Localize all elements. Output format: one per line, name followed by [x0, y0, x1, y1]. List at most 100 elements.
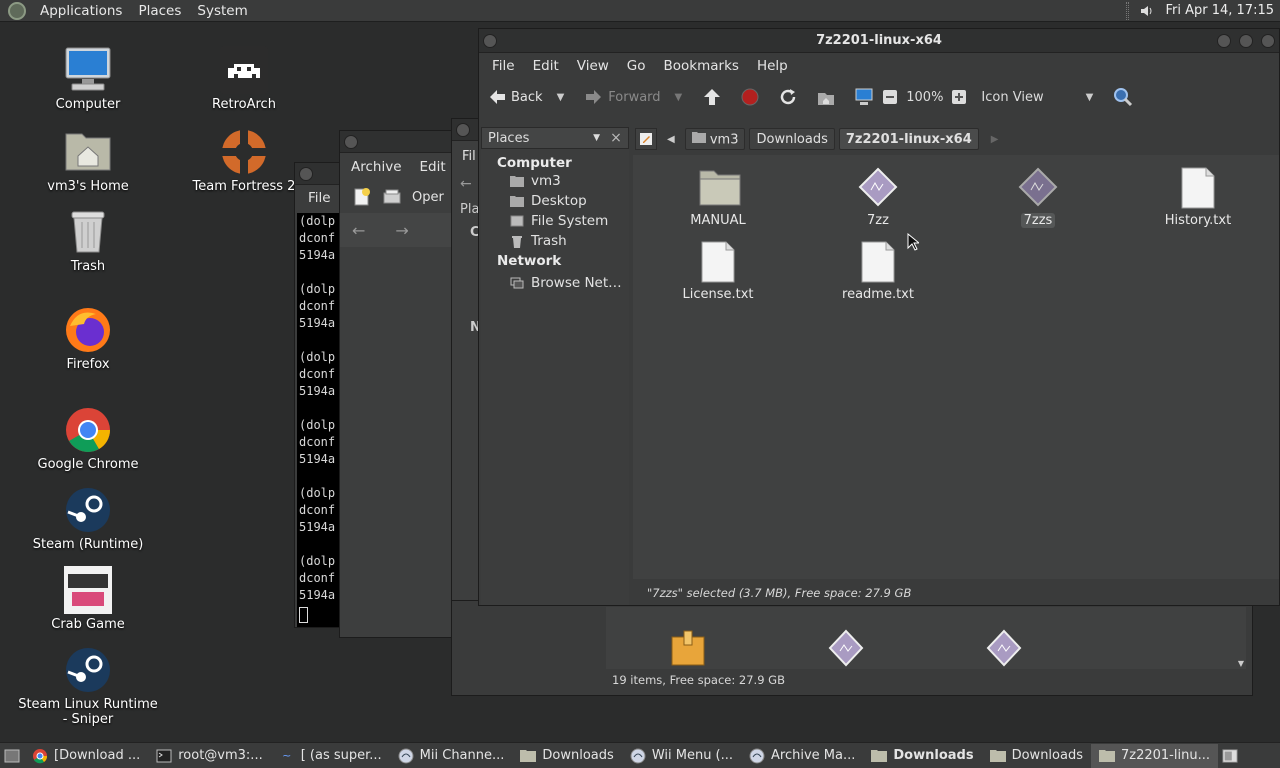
- breadcrumb-current[interactable]: 7z2201-linux-x64: [838, 128, 979, 150]
- taskbar-item-label: Wii Menu (...: [651, 748, 734, 763]
- places-menu[interactable]: Places: [130, 3, 189, 19]
- sidebar-item-label: Browse Net…: [531, 275, 622, 291]
- help-menu[interactable]: Help: [748, 58, 797, 74]
- breadcrumb-right-arrow[interactable]: ▶: [983, 134, 1007, 145]
- taskbar-item-label: [Download ...: [54, 748, 141, 763]
- maximize-icon[interactable]: [1239, 34, 1253, 48]
- sidebar-item-browse-network[interactable]: Browse Net…: [481, 273, 629, 293]
- desktop-icon-crab-game[interactable]: Crab Game: [18, 566, 158, 632]
- panel-tray: Fri Apr 14, 17:15: [1126, 1, 1280, 20]
- scroll-down-icon[interactable]: ▼: [1238, 659, 1244, 668]
- applications-menu[interactable]: Applications: [32, 3, 130, 19]
- executable-file-icon[interactable]: [828, 629, 864, 671]
- desktop-icon-steam-runtime[interactable]: Steam (Runtime): [18, 486, 158, 552]
- sidebar-item-file-system[interactable]: File System: [481, 211, 629, 231]
- taskbar-item[interactable]: Mii Channe...: [390, 744, 513, 768]
- taskbar-item-label: Downloads: [1011, 748, 1083, 763]
- archive-titlebar[interactable]: [340, 131, 458, 153]
- view-mode-dropdown[interactable]: ▼: [1086, 92, 1094, 103]
- file-item-license[interactable]: License.txt: [663, 241, 773, 302]
- bookmarks-menu[interactable]: Bookmarks: [655, 58, 748, 74]
- desktop-icon-trash[interactable]: Trash: [18, 208, 158, 274]
- go-menu[interactable]: Go: [618, 58, 655, 74]
- file-item-manual[interactable]: MANUAL: [663, 167, 773, 228]
- desktop-icon-home[interactable]: vm3's Home: [18, 128, 158, 194]
- chevron-down-icon[interactable]: ▼: [593, 133, 600, 143]
- distro-logo-icon[interactable]: [8, 1, 26, 20]
- taskbar-item[interactable]: ~ [ (as super...: [271, 744, 390, 768]
- desktop-icon-computer[interactable]: Computer: [18, 46, 158, 112]
- terminal-file-menu[interactable]: File: [299, 190, 340, 206]
- back-button[interactable]: Back: [487, 87, 543, 107]
- sidebar-item-desktop[interactable]: Desktop: [481, 191, 629, 211]
- window-menu-icon[interactable]: [456, 123, 470, 137]
- home-icon[interactable]: [816, 87, 836, 107]
- sidebar-item-vm3[interactable]: vm3: [481, 171, 629, 191]
- computer-icon[interactable]: [854, 87, 874, 107]
- new-archive-icon[interactable]: [352, 187, 372, 207]
- executable-file-icon[interactable]: [986, 629, 1022, 671]
- forward-arrow-icon[interactable]: →: [395, 221, 408, 240]
- desktop-icon-steam-sniper[interactable]: Steam Linux Runtime - Sniper: [18, 646, 158, 727]
- sidebar-section-network: Network: [497, 253, 562, 269]
- back-arrow-icon[interactable]: ←: [352, 221, 365, 240]
- sidebar-header[interactable]: Places ▼ ×: [481, 127, 629, 149]
- window-menu-icon[interactable]: [483, 34, 497, 48]
- open-archive-icon[interactable]: [382, 187, 402, 207]
- window-titlebar[interactable]: 7z2201-linux-x64: [479, 29, 1279, 53]
- taskbar-item[interactable]: [Download ...: [24, 744, 148, 768]
- archive-file-icon[interactable]: [670, 629, 706, 671]
- breadcrumb-downloads[interactable]: Downloads: [749, 128, 835, 150]
- sidebar-item-trash[interactable]: Trash: [481, 231, 629, 251]
- archive-menu[interactable]: Archive: [342, 159, 411, 175]
- open-button[interactable]: Oper: [412, 190, 444, 205]
- back-history-dropdown[interactable]: ▼: [557, 92, 565, 103]
- window-title: 7z2201-linux-x64: [816, 33, 942, 48]
- taskbar-item-current[interactable]: 7z2201-linu...: [1091, 743, 1218, 768]
- zoom-in-icon[interactable]: [949, 87, 969, 107]
- breadcrumb-vm3[interactable]: vm3: [684, 128, 746, 150]
- executable-icon: [858, 167, 898, 209]
- system-menu[interactable]: System: [189, 3, 255, 19]
- window-menu-icon[interactable]: [344, 135, 358, 149]
- archive-manager-window[interactable]: Archive Edit Oper ← →: [339, 130, 459, 638]
- file-menu[interactable]: File: [483, 58, 524, 74]
- stop-icon[interactable]: [740, 87, 760, 107]
- up-icon[interactable]: [702, 87, 722, 107]
- file-item-7zz[interactable]: 7zz: [823, 167, 933, 228]
- taskbar-item[interactable]: Downloads: [982, 744, 1091, 768]
- view-menu[interactable]: View: [568, 58, 618, 74]
- forward-history-dropdown[interactable]: ▼: [675, 92, 683, 103]
- desktop-icon-firefox[interactable]: Firefox: [18, 306, 158, 372]
- edit-menu[interactable]: Edit: [524, 58, 568, 74]
- volume-icon[interactable]: [1139, 3, 1155, 19]
- zoom-out-icon[interactable]: [880, 87, 900, 107]
- breadcrumb-left-arrow[interactable]: ◀: [661, 134, 681, 145]
- window-menu-icon[interactable]: [299, 167, 313, 181]
- reload-icon[interactable]: [778, 87, 798, 107]
- file-view[interactable]: MANUAL 7zz 7zzs History.txt License.txt: [633, 155, 1279, 579]
- panel-clock[interactable]: Fri Apr 14, 17:15: [1165, 3, 1274, 18]
- file-item-7zzs-selected[interactable]: 7zzs: [983, 167, 1093, 228]
- edit-location-icon[interactable]: [635, 128, 657, 150]
- taskbar-item-active[interactable]: Downloads: [863, 744, 981, 768]
- edit-menu[interactable]: Edit: [411, 159, 455, 175]
- minimize-icon[interactable]: [1217, 34, 1231, 48]
- desktop-icon-chrome[interactable]: Google Chrome: [18, 406, 158, 472]
- forward-button[interactable]: Forward: [584, 87, 661, 107]
- desktop-icon-team-fortress[interactable]: Team Fortress 2: [174, 128, 314, 194]
- file-item-history[interactable]: History.txt: [1143, 167, 1253, 228]
- search-icon[interactable]: [1113, 87, 1133, 107]
- close-sidebar-icon[interactable]: ×: [606, 130, 626, 146]
- view-mode-selector[interactable]: Icon View: [981, 90, 1043, 105]
- desktop-icon-retroarch[interactable]: RetroArch: [174, 46, 314, 112]
- taskbar-item[interactable]: Wii Menu (...: [622, 744, 741, 768]
- show-desktop-button[interactable]: [0, 744, 24, 768]
- downloads-window[interactable]: ▼ 19 items, Free space: 27.9 GB: [451, 600, 1253, 696]
- taskbar-item[interactable]: Archive Ma...: [741, 744, 863, 768]
- file-manager-window[interactable]: 7z2201-linux-x64 File Edit View Go Bookm…: [478, 28, 1280, 606]
- workspace-switcher[interactable]: [1218, 744, 1242, 768]
- taskbar-item[interactable]: Downloads: [512, 744, 621, 768]
- close-icon[interactable]: [1261, 34, 1275, 48]
- taskbar-item[interactable]: root@vm3:...: [148, 744, 270, 768]
